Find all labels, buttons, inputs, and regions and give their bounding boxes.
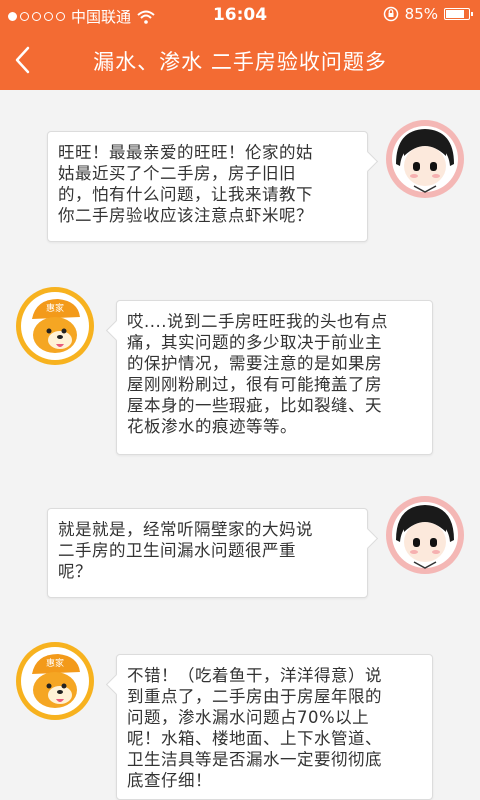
chat-bubble: 哎....说到二手房旺旺我的头也有点 痛，其实问题的多少取决于前业主 的保护情况… [116,300,433,455]
chat-bubble: 就是就是，经常听隔壁家的大妈说 二手房的卫生间漏水问题很严重 呢？ [47,508,368,598]
page-title: 漏水、渗水 二手房验收问题多 [93,50,387,74]
nav-bar: 漏水、渗水 二手房验收问题多 [0,30,480,90]
avatar-dog: 惠家 [16,642,94,720]
battery-percentage: 85% [404,5,438,23]
avatar-girl [386,120,464,198]
dog-avatar-icon [17,643,93,719]
dog-avatar-icon [17,288,93,364]
chat-bubble: 不错！（吃着鱼干，洋洋得意）说 到重点了，二手房由于房屋年限的 问题，渗水漏水问… [116,654,433,800]
chat-list[interactable]: 旺旺！最最亲爱的旺旺！伦家的姑 姑最近买了个二手房，房子旧旧 的，怕有什么问题，… [0,90,480,800]
girl-avatar-icon [387,497,463,573]
battery-group: 85% [383,5,473,23]
dog-cap-label: 惠家 [46,659,65,669]
chat-bubble: 旺旺！最最亲爱的旺旺！伦家的姑 姑最近买了个二手房，房子旧旧 的，怕有什么问题，… [47,131,368,242]
avatar-girl [386,496,464,574]
dog-cap-label: 惠家 [46,304,65,314]
avatar-dog: 惠家 [16,287,94,365]
status-bar: 中国联通 16:04 85% [0,0,480,30]
battery-icon [444,8,473,20]
girl-avatar-icon [387,121,463,197]
rotation-lock-icon [383,6,398,22]
